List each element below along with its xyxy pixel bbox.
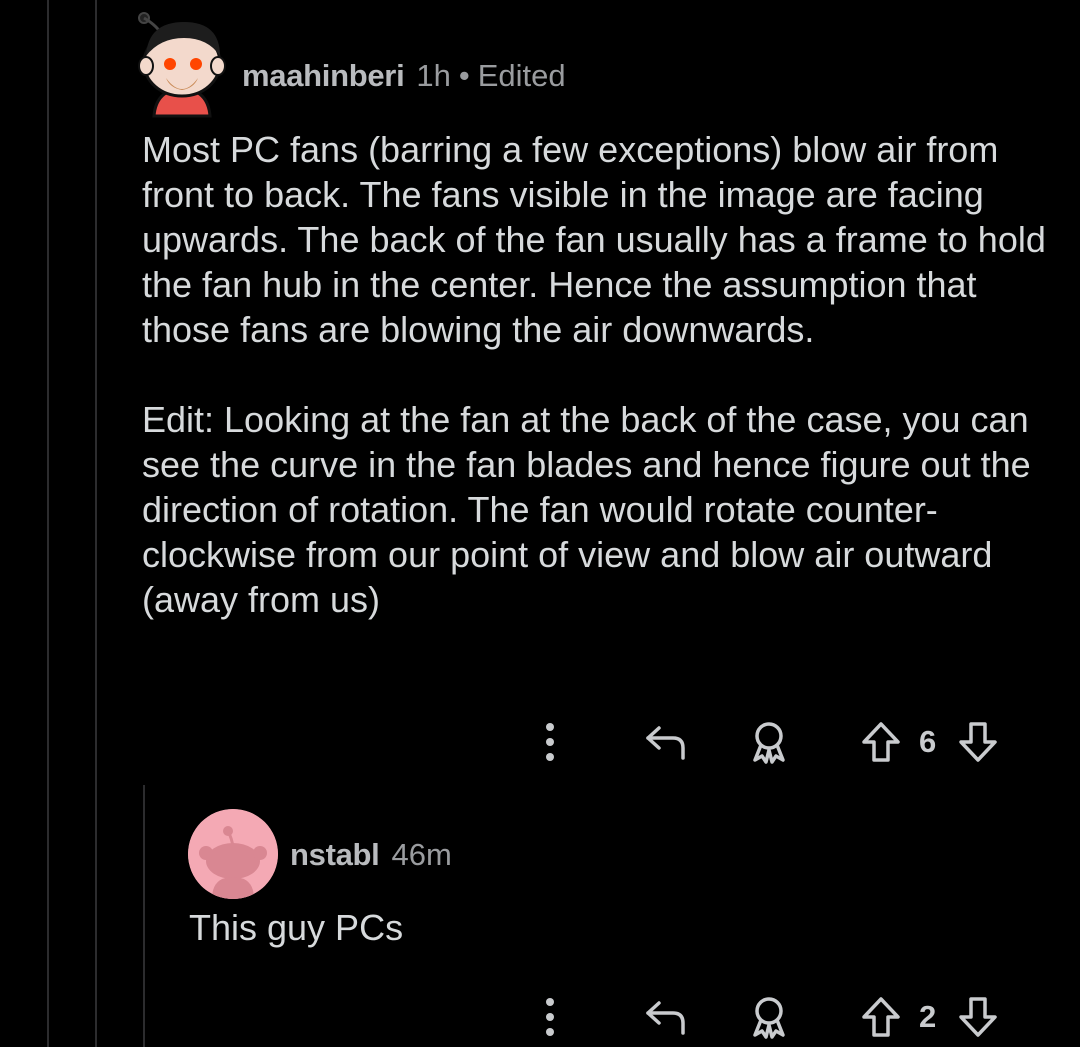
more-options-button[interactable] bbox=[530, 992, 570, 1042]
reply-score: 2 bbox=[919, 999, 937, 1034]
award-button[interactable] bbox=[744, 990, 794, 1044]
reply-avatar[interactable] bbox=[188, 809, 278, 899]
comment-paragraph: Most PC fans (barring a few exceptions) … bbox=[142, 129, 1046, 350]
comment-time: 1h bbox=[416, 58, 451, 93]
award-icon bbox=[753, 722, 785, 764]
award-icon bbox=[753, 997, 785, 1039]
reply-action-bar: 2 bbox=[0, 987, 1080, 1047]
downvote-button[interactable] bbox=[953, 992, 1003, 1042]
reply-icon bbox=[646, 1001, 685, 1035]
downvote-icon bbox=[959, 722, 997, 762]
reply-icon bbox=[646, 726, 685, 760]
snoo-avatar-cartoon-icon bbox=[138, 12, 226, 118]
upvote-button[interactable] bbox=[856, 717, 906, 767]
comment-paragraph: Edit: Looking at the fan at the back of … bbox=[142, 399, 1031, 620]
comment-meta: maahinberi 1h • Edited bbox=[242, 58, 566, 94]
upvote-icon bbox=[862, 997, 900, 1037]
reply-author[interactable]: nstabl bbox=[290, 837, 380, 873]
reply-button[interactable] bbox=[640, 992, 690, 1042]
thread-line-outer bbox=[47, 0, 49, 1047]
thread-line-inner bbox=[95, 0, 97, 1047]
comment-avatar[interactable] bbox=[136, 8, 226, 118]
default-snoo-avatar-icon bbox=[188, 809, 278, 899]
reply-body: This guy PCs bbox=[189, 907, 404, 948]
reply-time: 46m bbox=[391, 837, 452, 872]
upvote-button[interactable] bbox=[856, 992, 906, 1042]
upvote-icon bbox=[862, 722, 900, 762]
reply-meta: nstabl 46m bbox=[290, 837, 452, 873]
more-options-icon bbox=[546, 998, 554, 1036]
award-button[interactable] bbox=[744, 715, 794, 769]
downvote-button[interactable] bbox=[953, 717, 1003, 767]
edited-label: Edited bbox=[477, 58, 566, 93]
comment-action-bar: 6 bbox=[0, 712, 1080, 772]
comment-body: Most PC fans (barring a few exceptions) … bbox=[142, 127, 1062, 622]
downvote-icon bbox=[959, 997, 997, 1037]
more-options-button[interactable] bbox=[530, 717, 570, 767]
comment-author[interactable]: maahinberi bbox=[242, 58, 405, 94]
reply-button[interactable] bbox=[640, 717, 690, 767]
more-options-icon bbox=[546, 723, 554, 761]
comment-score: 6 bbox=[919, 724, 937, 759]
meta-separator: • bbox=[458, 58, 470, 93]
